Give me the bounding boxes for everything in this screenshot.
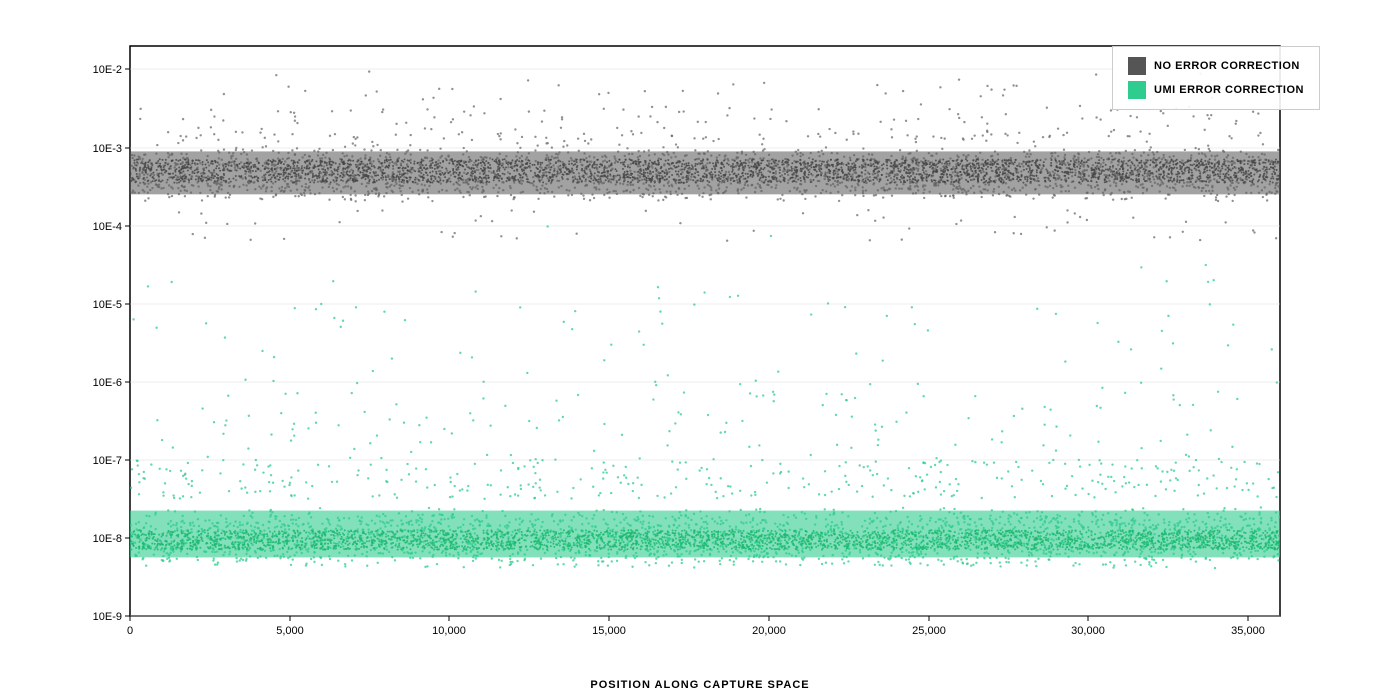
x-axis-label: POSITION ALONG CAPTURE SPACE [590,679,809,691]
svg-text:10E-8: 10E-8 [93,533,122,545]
svg-text:10E-2: 10E-2 [93,64,122,76]
svg-text:10E-3: 10E-3 [93,143,122,155]
svg-text:30,000: 30,000 [1071,625,1105,637]
svg-text:25,000: 25,000 [912,625,946,637]
legend-item-umi-correction: UMI ERROR CORRECTION [1128,81,1304,99]
svg-text:10E-7: 10E-7 [93,455,122,467]
legend: NO ERROR CORRECTION UMI ERROR CORRECTION [1112,46,1320,110]
svg-text:10E-4: 10E-4 [93,221,122,233]
svg-text:5,000: 5,000 [276,625,304,637]
svg-text:10E-6: 10E-6 [93,377,122,389]
chart-container: ERROR PROBABILITY (FROM PHRED SCORE) POS… [0,0,1400,682]
chart-wrapper: ERROR PROBABILITY (FROM PHRED SCORE) POS… [50,26,1350,656]
legend-swatch-gray [1128,57,1146,75]
svg-text:20,000: 20,000 [752,625,786,637]
svg-text:10,000: 10,000 [432,625,466,637]
svg-text:10E-9: 10E-9 [93,611,122,623]
legend-label-umi-correction: UMI ERROR CORRECTION [1154,84,1304,96]
legend-item-no-correction: NO ERROR CORRECTION [1128,57,1304,75]
chart-svg: 10E-2 10E-3 10E-4 10E-5 10E-6 10E-7 [50,26,1350,656]
svg-text:15,000: 15,000 [592,625,626,637]
legend-swatch-green [1128,81,1146,99]
legend-label-no-correction: NO ERROR CORRECTION [1154,60,1300,72]
svg-text:0: 0 [127,625,133,637]
svg-text:35,000: 35,000 [1231,625,1265,637]
svg-text:10E-5: 10E-5 [93,299,122,311]
